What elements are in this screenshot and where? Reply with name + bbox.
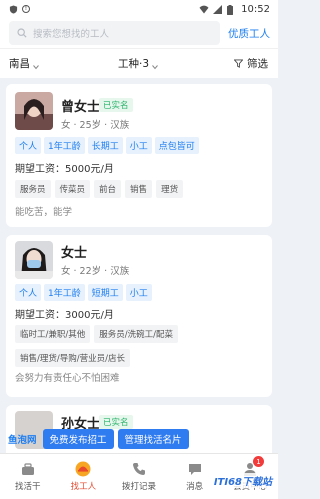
tag: 小工 — [125, 137, 152, 154]
worker-tags: 个人 1年工龄 短期工 小工 — [15, 284, 152, 301]
post-job-button[interactable]: 免费发布招工 — [42, 429, 114, 449]
worker-icon — [21, 463, 34, 475]
expected-salary: 期望工资：3000元/月 — [15, 310, 114, 321]
worker-description: 能吃苦，能学 — [15, 207, 73, 218]
search-bar: 搜索您想找的工人 优质工人 — [0, 18, 278, 48]
skill-chip: 临时工/兼职/其他 — [15, 325, 91, 343]
brand-logo: 鱼泡网 — [8, 435, 37, 446]
wifi-icon — [199, 5, 209, 14]
avatar — [15, 241, 53, 279]
status-bar: ! 10:52 — [0, 0, 278, 18]
worker-name: 女士 — [61, 246, 88, 261]
skill-chip: 前台 — [94, 180, 122, 198]
find-worker-icon — [75, 461, 91, 477]
worker-meta: 女 · 25岁 · 汉族 — [61, 120, 130, 131]
tag: 1年工龄 — [44, 284, 85, 301]
worker-name: 曾女士 — [61, 100, 101, 115]
expected-salary: 期望工资：5000元/月 — [15, 164, 114, 175]
verified-badge: 已实名 — [99, 415, 133, 429]
skill-chip: 理货 — [156, 180, 184, 198]
nav-item-call-log[interactable]: 拨打记录 — [111, 454, 167, 499]
tag: 个人 — [15, 137, 42, 154]
skill-list: 临时工/兼职/其他 服务员/洗碗工/配菜 销售/理货/导购/营业员/店长 — [15, 325, 265, 367]
work-type-filter[interactable]: 工种·3 — [118, 56, 158, 71]
worker-meta: 女 · 22岁 · 汉族 — [61, 266, 130, 277]
skill-chip: 服务员 — [15, 180, 51, 198]
nav-item-find-work[interactable]: 找活干 — [0, 454, 56, 499]
skill-chip: 销售/理货/导购/营业员/店长 — [15, 349, 130, 367]
filter-button[interactable]: 筛选 — [234, 56, 268, 71]
nav-label: 找工人 — [70, 482, 97, 492]
worker-description: 会努力有责任心不怕困难 — [15, 373, 120, 384]
alert-icon: ! — [22, 5, 30, 13]
tag: 小工 — [125, 284, 152, 301]
nav-label: 拨打记录 — [121, 482, 156, 492]
message-icon — [188, 464, 201, 475]
nav-item-find-workers[interactable]: 找工人 — [56, 454, 112, 499]
premium-workers-link[interactable]: 优质工人 — [228, 26, 270, 41]
battery-icon — [227, 4, 236, 15]
filter-bar: 南昌 工种·3 筛选 — [0, 48, 278, 78]
tag: 点包皆可 — [154, 137, 199, 154]
clock: 10:52 — [241, 3, 270, 15]
notification-badge: 1 — [252, 456, 264, 467]
watermark-logo: ITI68下载站 — [211, 473, 274, 488]
shield-icon — [9, 4, 18, 14]
search-input[interactable]: 搜索您想找的工人 — [9, 21, 220, 45]
skill-chip: 销售 — [125, 180, 153, 198]
skill-chip: 传菜员 — [54, 180, 91, 198]
skill-list: 服务员 传菜员 前台 销售 理货 — [15, 180, 265, 198]
nav-label: 找活干 — [15, 482, 41, 492]
verified-badge: 已实名 — [99, 98, 133, 112]
worker-tags: 个人 1年工龄 长期工 小工 点包皆可 — [15, 137, 199, 154]
tag: 1年工龄 — [44, 137, 85, 154]
worker-card[interactable]: 女士 女 · 22岁 · 汉族 个人 1年工龄 短期工 小工 期望工资：3000… — [6, 235, 272, 397]
city-filter[interactable]: 南昌 — [9, 56, 39, 71]
chevron-down-icon — [152, 61, 158, 69]
city-filter-label: 南昌 — [9, 58, 30, 70]
skill-chip: 服务员/洗碗工/配菜 — [94, 325, 178, 343]
work-type-filter-label: 工种·3 — [118, 58, 150, 70]
avatar — [15, 92, 53, 130]
tag: 个人 — [15, 284, 42, 301]
chevron-down-icon — [33, 61, 39, 69]
search-icon — [17, 28, 27, 38]
signal-icon — [213, 4, 223, 14]
nav-label: 消息 — [186, 482, 204, 492]
floating-action-bar: 鱼泡网 免费发布招工 管理找活名片 — [8, 428, 270, 450]
manage-card-button[interactable]: 管理找活名片 — [117, 429, 189, 449]
funnel-icon — [234, 59, 243, 68]
tag: 长期工 — [87, 137, 123, 154]
search-placeholder: 搜索您想找的工人 — [33, 29, 110, 40]
tag: 短期工 — [87, 284, 123, 301]
call-log-icon — [132, 463, 145, 475]
worker-card[interactable]: 曾女士 已实名 女 · 25岁 · 汉族 个人 1年工龄 长期工 小工 点包皆可… — [6, 84, 272, 227]
filter-button-label: 筛选 — [247, 58, 268, 70]
